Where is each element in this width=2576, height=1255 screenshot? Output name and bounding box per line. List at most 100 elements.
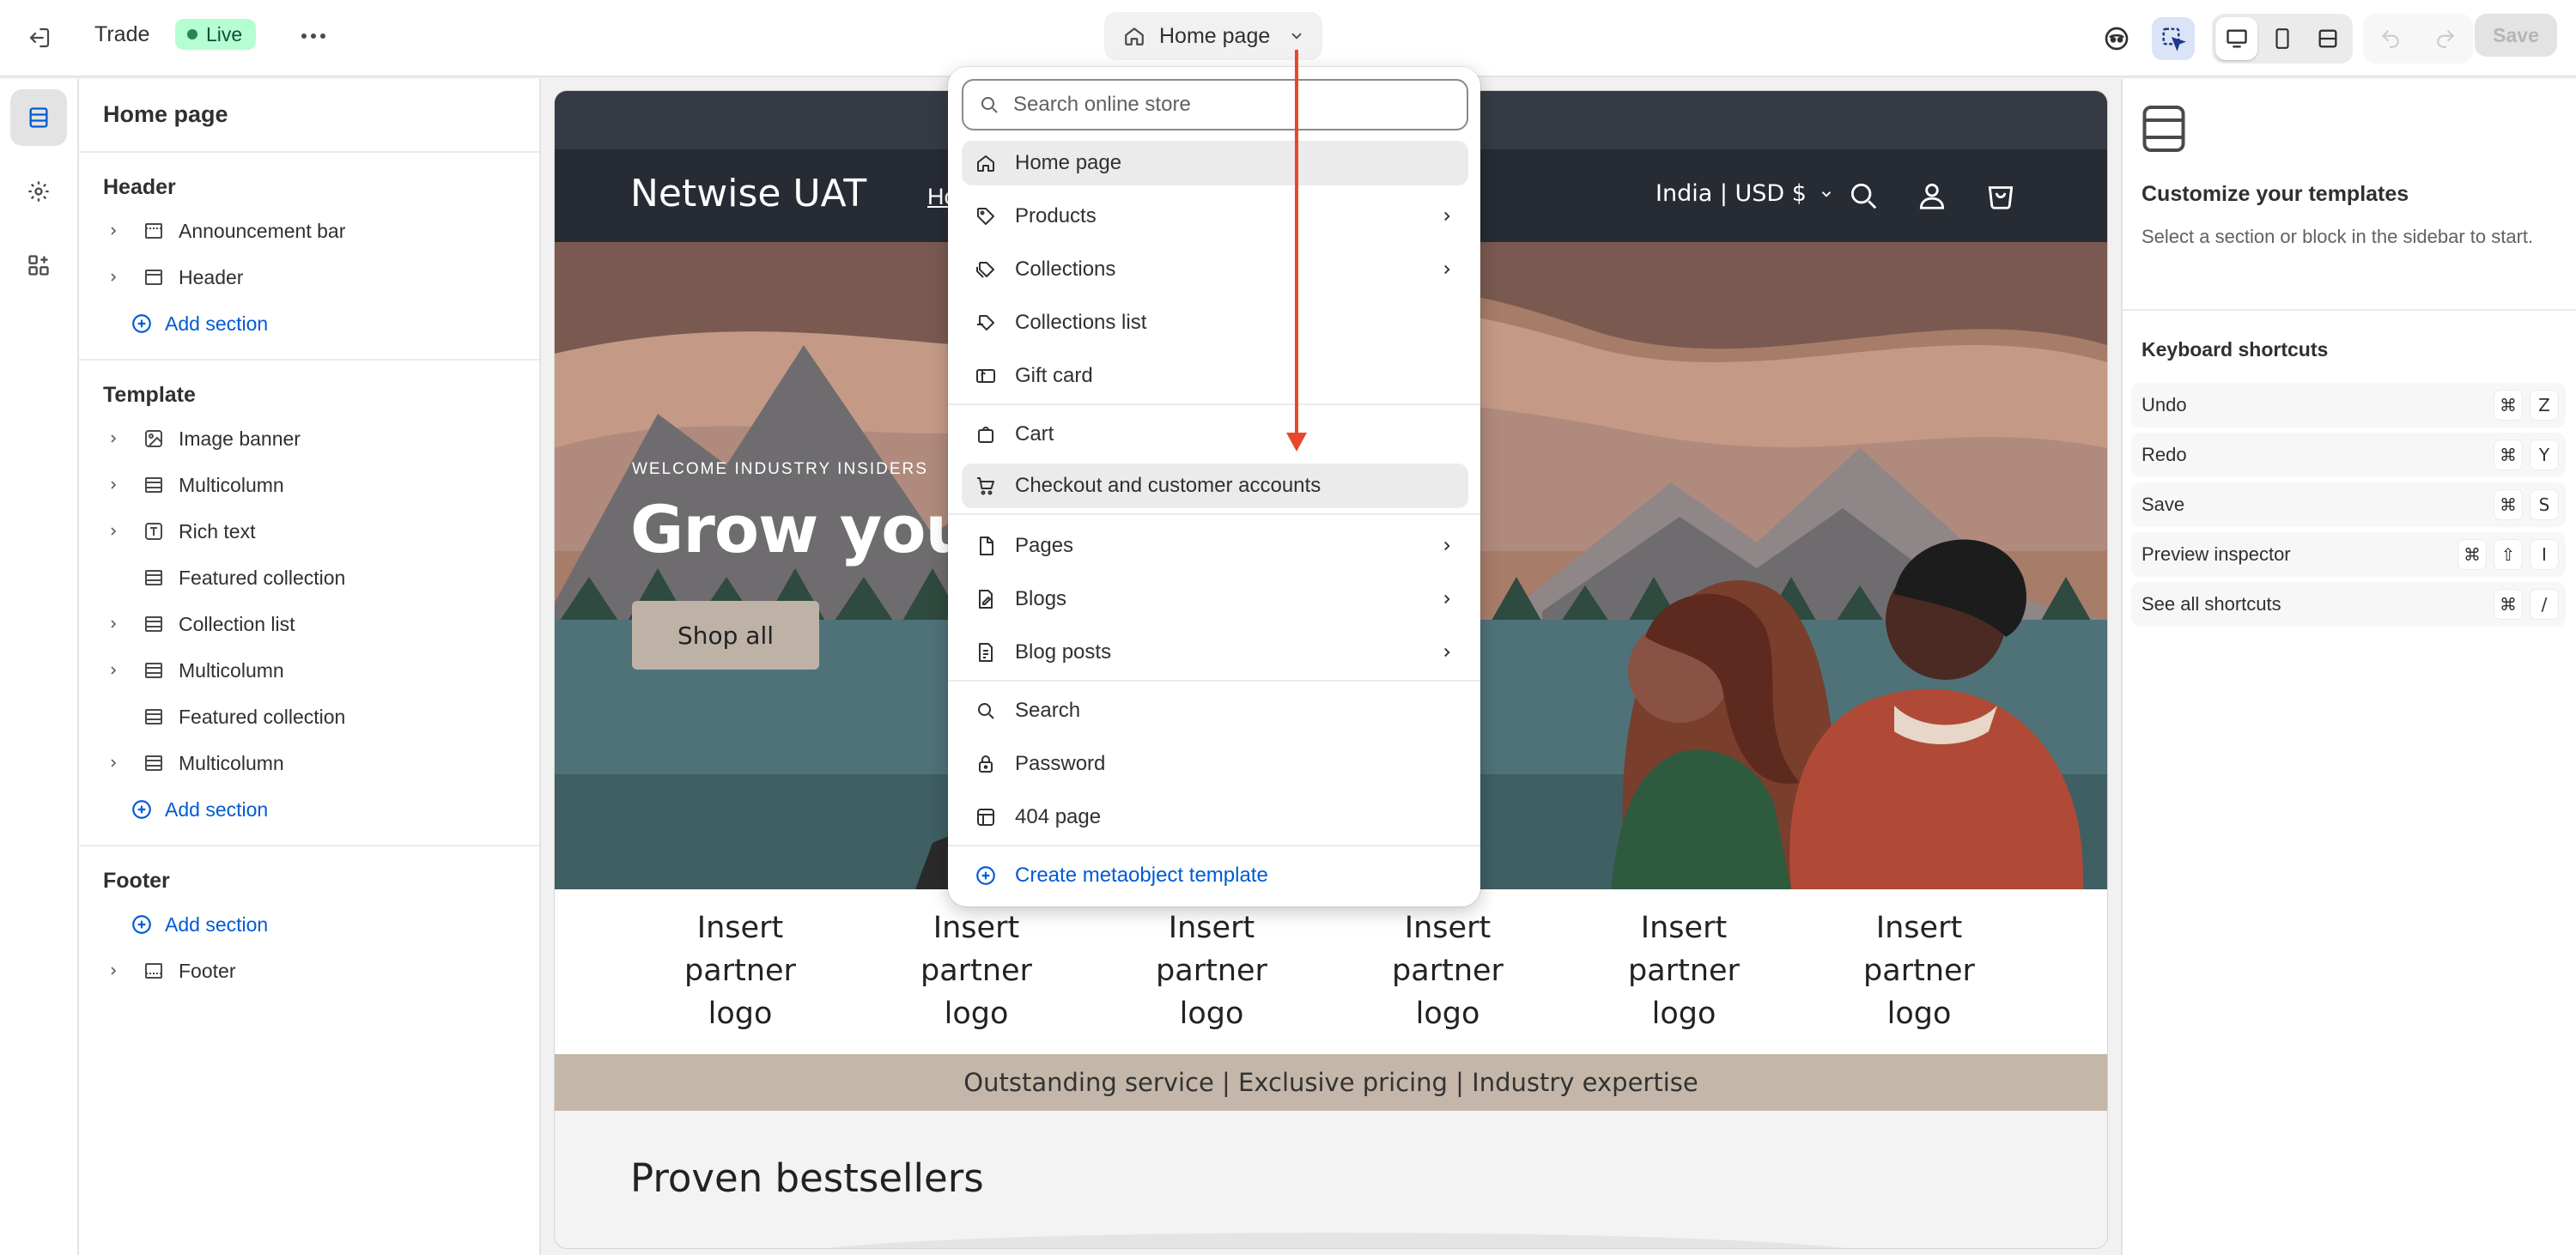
shortcut-label: See all shortcuts bbox=[2142, 593, 2281, 615]
dropdown-item-collections[interactable]: Collections bbox=[962, 247, 1468, 292]
page-selector[interactable]: Home page bbox=[1104, 12, 1322, 60]
dropdown-item-blog-posts[interactable]: Blog posts bbox=[962, 630, 1468, 675]
section-layout-icon bbox=[141, 267, 167, 288]
chevron-down-icon bbox=[1819, 186, 1834, 202]
section-announcement-bar[interactable]: Announcement bar bbox=[79, 208, 539, 254]
section-collection-list[interactable]: Collection list bbox=[79, 601, 539, 647]
section-footer[interactable]: Footer bbox=[79, 948, 539, 994]
shortcut-see-all[interactable]: See all shortcuts ⌘ / bbox=[2131, 582, 2566, 627]
shortcuts-title: Keyboard shortcuts bbox=[2142, 338, 2329, 361]
preview-eye-icon[interactable] bbox=[2095, 17, 2138, 60]
dropdown-item-gift-card[interactable]: Gift card bbox=[962, 354, 1468, 398]
rich-text-strip[interactable]: Outstanding service | Exclusive pricing … bbox=[555, 1054, 2107, 1111]
dropdown-item-checkout[interactable]: Checkout and customer accounts bbox=[962, 464, 1468, 508]
redo-icon[interactable] bbox=[2434, 27, 2457, 50]
shortcut-preview-inspector: Preview inspector ⌘ ⇧ I bbox=[2131, 532, 2566, 577]
section-label: Rich text bbox=[179, 519, 256, 543]
section-multicolumn[interactable]: Multicolumn bbox=[79, 740, 539, 786]
chevron-right-icon[interactable] bbox=[105, 756, 122, 770]
section-header[interactable]: Header bbox=[79, 254, 539, 300]
shortcut-label: Save bbox=[2142, 494, 2185, 515]
chevron-right-icon[interactable] bbox=[105, 224, 122, 238]
logo-text-line: partner bbox=[1156, 954, 1267, 988]
section-label: Footer bbox=[179, 959, 236, 982]
divider bbox=[79, 151, 539, 153]
section-multicolumn[interactable]: Multicolumn bbox=[79, 647, 539, 694]
dropdown-item-cart[interactable]: Cart bbox=[962, 412, 1468, 457]
shortcut-keys: ⌘ Z bbox=[2494, 390, 2559, 421]
dropdown-item-home-page[interactable]: Home page bbox=[962, 141, 1468, 185]
create-metaobject-template-button[interactable]: Create metaobject template bbox=[962, 853, 1468, 898]
more-options-icon[interactable] bbox=[294, 19, 333, 53]
sections-sidebar: Home page Header Announcement bar Header… bbox=[79, 79, 541, 1255]
chevron-right-icon[interactable] bbox=[105, 270, 122, 284]
shortcut-keys: ⌘ ⇧ I bbox=[2458, 539, 2559, 570]
status-badge: Live bbox=[175, 19, 257, 50]
section-rich-text[interactable]: Rich text bbox=[79, 508, 539, 555]
home-icon bbox=[1123, 25, 1145, 47]
key-cap: ⌘ bbox=[2494, 390, 2523, 421]
divider bbox=[948, 513, 1480, 515]
dropdown-item-collections-list[interactable]: Collections list bbox=[962, 300, 1468, 345]
mobile-view-icon[interactable] bbox=[2261, 17, 2303, 60]
section-featured-collection[interactable]: Featured collection bbox=[79, 555, 539, 601]
card-shadow bbox=[778, 1233, 1894, 1248]
search-input[interactable] bbox=[1012, 92, 1458, 118]
dropdown-item-search[interactable]: Search bbox=[962, 688, 1468, 733]
collection-tag-icon bbox=[972, 259, 999, 280]
add-section-button[interactable]: Add section bbox=[131, 901, 268, 948]
chevron-right-icon[interactable] bbox=[105, 664, 122, 677]
search-field[interactable] bbox=[962, 79, 1468, 130]
partner-logos-multicolumn[interactable]: Insert partner logo Insert partner logo Inse… bbox=[555, 889, 2107, 1054]
section-label: Multicolumn bbox=[179, 751, 284, 774]
fullscreen-view-icon[interactable] bbox=[2307, 17, 2349, 60]
divider bbox=[948, 403, 1480, 405]
dropdown-item-blogs[interactable]: Blogs bbox=[962, 577, 1468, 621]
dropdown-item-pages[interactable]: Pages bbox=[962, 524, 1468, 568]
shop-all-button[interactable]: Shop all bbox=[632, 601, 819, 670]
dropdown-item-label: 404 page bbox=[1015, 805, 1102, 828]
logo-text-line: partner bbox=[920, 954, 1032, 988]
partner-logo-placeholder: Insert partner logo bbox=[890, 906, 1062, 1035]
sections-icon[interactable] bbox=[10, 89, 67, 146]
add-section-button[interactable]: Add section bbox=[131, 786, 268, 833]
store-logo[interactable]: Netwise UAT bbox=[630, 172, 866, 215]
chevron-right-icon[interactable] bbox=[105, 432, 122, 446]
cart-icon[interactable] bbox=[1980, 175, 2021, 216]
plus-circle-icon bbox=[131, 913, 153, 936]
desktop-view-icon[interactable] bbox=[2215, 17, 2258, 60]
section-image-banner[interactable]: Image banner bbox=[79, 415, 539, 462]
left-rail bbox=[0, 79, 79, 1255]
featured-collection-section[interactable]: Proven bestsellers bbox=[555, 1111, 2107, 1248]
inspector-icon[interactable] bbox=[2152, 17, 2195, 60]
save-button[interactable]: Save bbox=[2475, 14, 2557, 57]
section-layout-icon bbox=[141, 753, 167, 773]
dropdown-item-products[interactable]: Products bbox=[962, 194, 1468, 239]
group-template-label: Template bbox=[103, 383, 196, 407]
live-dot-icon bbox=[187, 29, 197, 39]
section-multicolumn[interactable]: Multicolumn bbox=[79, 462, 539, 508]
dropdown-item-label: Gift card bbox=[1015, 364, 1093, 387]
chevron-right-icon[interactable] bbox=[105, 478, 122, 492]
search-icon[interactable] bbox=[1843, 175, 1884, 216]
dropdown-item-password[interactable]: Password bbox=[962, 742, 1468, 786]
key-cap: / bbox=[2530, 589, 2559, 620]
chevron-down-icon bbox=[1289, 28, 1304, 44]
section-layout-icon bbox=[141, 660, 167, 681]
undo-icon[interactable] bbox=[2379, 27, 2402, 50]
add-section-button[interactable]: Add section bbox=[131, 300, 268, 347]
shortcut-save: Save ⌘ S bbox=[2131, 482, 2566, 527]
divider bbox=[2123, 309, 2576, 311]
chevron-right-icon[interactable] bbox=[105, 524, 122, 538]
exit-icon[interactable] bbox=[19, 19, 60, 57]
chevron-right-icon[interactable] bbox=[105, 617, 122, 631]
apps-icon[interactable] bbox=[10, 237, 67, 294]
dropdown-item-404-page[interactable]: 404 page bbox=[962, 795, 1468, 840]
account-icon[interactable] bbox=[1911, 175, 1953, 216]
section-featured-collection[interactable]: Featured collection bbox=[79, 694, 539, 740]
chevron-right-icon[interactable] bbox=[105, 964, 122, 978]
country-selector[interactable]: India | USD $ bbox=[1656, 180, 1834, 207]
chevron-right-icon bbox=[1439, 262, 1455, 277]
dropdown-item-label: Collections bbox=[1015, 258, 1116, 281]
settings-gear-icon[interactable] bbox=[10, 163, 67, 220]
